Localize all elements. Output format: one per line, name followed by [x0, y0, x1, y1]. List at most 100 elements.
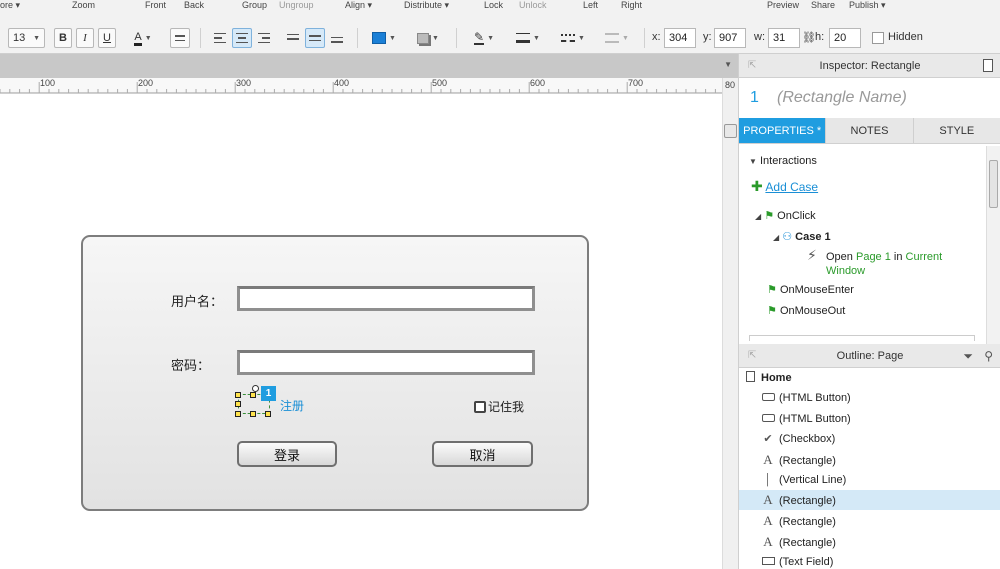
outline-home[interactable]: Home [739, 368, 1000, 388]
arrow-style-button[interactable]: ▼ [598, 28, 636, 48]
case-name-label: Case 1 [795, 231, 831, 243]
lock-menu[interactable]: Lock [484, 0, 503, 11]
unlock-menu[interactable]: Unlock [519, 0, 547, 11]
shadow-icon [417, 32, 430, 44]
bold-button[interactable]: B [54, 28, 72, 48]
case-1[interactable]: ◢ ⚇ Case 1 [773, 230, 831, 243]
tab-properties[interactable]: PROPERTIES * [739, 118, 827, 143]
inspector-scrollbar[interactable] [986, 146, 1000, 344]
outline-item-label: (Vertical Line) [779, 474, 847, 486]
design-canvas[interactable]: ▼ 100 200 300 400 500 600 700 80 用户名： 密码… [0, 54, 738, 569]
align-top-button[interactable] [283, 28, 303, 48]
front-menu[interactable]: Front [145, 0, 166, 11]
login-button[interactable]: 登录 [237, 441, 337, 467]
x-input[interactable]: 304 [664, 28, 696, 48]
group-menu[interactable]: Group [242, 0, 267, 11]
align-right-button[interactable] [254, 28, 274, 48]
y-input[interactable]: 907 [714, 28, 746, 48]
resize-handle-icon[interactable] [265, 411, 271, 417]
ungroup-menu[interactable]: Ungroup [279, 0, 314, 11]
scrollbar-thumb[interactable] [989, 160, 998, 208]
font-color-button[interactable]: A ▼ [124, 28, 162, 48]
resize-handle-icon[interactable] [235, 401, 241, 407]
horizontal-ruler: 100 200 300 400 500 600 700 [0, 78, 722, 94]
line-color-button[interactable]: ✎ ▼ [465, 28, 503, 48]
resize-handle-icon[interactable] [250, 392, 256, 398]
zoom-menu[interactable]: Zoom [72, 0, 95, 11]
font-size-select[interactable]: 13 ▼ [8, 28, 45, 48]
remember-checkbox[interactable] [474, 401, 486, 413]
italic-button[interactable]: I [76, 28, 94, 48]
filter-icon[interactable]: ⏷ [963, 344, 973, 368]
publish-menu[interactable]: Publish ▾ [849, 0, 886, 11]
outline-item[interactable]: (HTML Button) [739, 409, 1000, 429]
outline-item[interactable]: │ (Vertical Line) [739, 470, 1000, 490]
toolbar-separator [644, 28, 645, 48]
back-menu[interactable]: Back [184, 0, 204, 11]
ruler-tick-label: 700 [628, 78, 644, 88]
interactions-section[interactable]: ▼ Interactions [749, 155, 817, 167]
username-field[interactable] [237, 286, 535, 311]
align-middle-button[interactable] [305, 28, 325, 48]
h-label: h: [815, 31, 825, 43]
lock-aspect-icon[interactable]: ⛓ [802, 31, 816, 44]
underline-button[interactable]: U [98, 28, 116, 48]
bullet-list-button[interactable] [170, 28, 190, 48]
fill-color-button[interactable]: ▼ [366, 28, 402, 48]
outline-item[interactable]: A (Rectangle) [739, 532, 1000, 552]
align-bottom-button[interactable] [327, 28, 347, 48]
align-left-button[interactable] [210, 28, 230, 48]
align-center-button[interactable] [232, 28, 252, 48]
h-input[interactable]: 20 [829, 28, 861, 48]
page-icon[interactable] [983, 59, 993, 72]
resize-handle-icon[interactable] [235, 411, 241, 417]
line-width-button[interactable]: ▼ [509, 28, 547, 48]
onmouseout-event[interactable]: ⚑ OnMouseOut [767, 304, 845, 317]
tab-list-chevron-down-icon[interactable]: ▼ [724, 60, 732, 69]
resize-handle-icon[interactable] [235, 392, 241, 398]
outline-item[interactable]: ✔ (Checkbox) [739, 429, 1000, 449]
resize-handle-icon[interactable] [250, 411, 256, 417]
menu-bar: ore ▾ Zoom Front Back Group Ungroup Alig… [0, 0, 1000, 12]
scrollbar-thumb[interactable] [724, 124, 737, 138]
rotate-handle-icon[interactable] [252, 385, 259, 392]
tab-style[interactable]: STYLE [913, 118, 1000, 143]
search-icon[interactable]: ⚲ [984, 344, 993, 368]
login-panel[interactable]: 用户名： 密码： 1 注册 记住我 登录 取消 [81, 235, 589, 511]
register-link[interactable]: 注册 [280, 397, 304, 414]
password-field[interactable] [237, 350, 535, 375]
share-menu[interactable]: Share [811, 0, 835, 11]
outline-item-selected[interactable]: A (Rectangle) [739, 490, 1000, 510]
align-center-icon [236, 32, 248, 35]
cancel-button[interactable]: 取消 [432, 441, 533, 467]
outline-item[interactable]: A (Rectangle) [739, 450, 1000, 470]
collapse-arrow-icon[interactable]: ⇱ [748, 54, 756, 78]
inspector-tabs: PROPERTIES * NOTES STYLE [739, 118, 1000, 144]
outline-item[interactable]: (Text Field) [739, 552, 1000, 569]
more-menu[interactable]: ore ▾ [0, 0, 20, 11]
right-menu[interactable]: Right [621, 0, 642, 11]
collapse-arrow-icon[interactable]: ⇱ [748, 344, 756, 368]
hidden-checkbox[interactable] [872, 32, 884, 44]
left-menu[interactable]: Left [583, 0, 598, 11]
w-label: w: [754, 31, 765, 43]
preview-menu[interactable]: Preview [767, 0, 799, 11]
line-style-button[interactable]: ▼ [554, 28, 592, 48]
shadow-button[interactable]: ▼ [410, 28, 446, 48]
rectangle-name-input[interactable]: (Rectangle Name) [777, 89, 907, 107]
align-bottom-icon-line [331, 41, 343, 43]
tab-notes[interactable]: NOTES [826, 118, 914, 143]
add-case-link[interactable]: ✚ Add Case [751, 178, 818, 195]
outline-item[interactable]: A (Rectangle) [739, 511, 1000, 531]
onclick-event[interactable]: ◢ ⚑ OnClick [755, 209, 816, 222]
ruler-tick-label: 600 [530, 78, 546, 88]
canvas-vertical-scrollbar[interactable]: 80 [722, 78, 738, 569]
open-page-action[interactable]: Open Page 1 in Current [826, 251, 942, 263]
outline-item[interactable]: (HTML Button) [739, 388, 1000, 408]
onmouseenter-event[interactable]: ⚑ OnMouseEnter [767, 283, 854, 296]
inspector-header: ⇱ Inspector: Rectangle [739, 54, 1000, 78]
distribute-menu[interactable]: Distribute ▾ [404, 0, 449, 11]
align-menu[interactable]: Align ▾ [345, 0, 372, 11]
list-icon-line [175, 39, 185, 41]
w-input[interactable]: 31 [768, 28, 800, 48]
